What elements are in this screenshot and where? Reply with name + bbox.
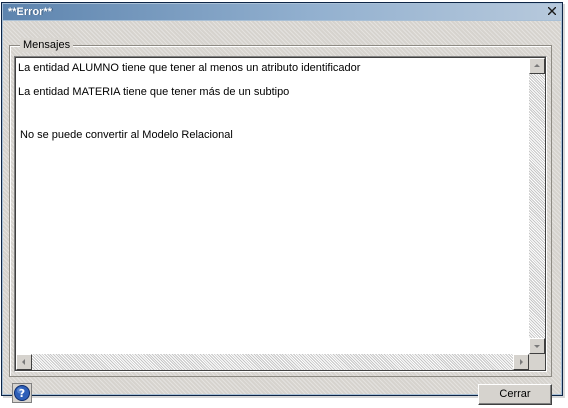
error-dialog: **Error** Mensajes La entidad ALUMNO tie… — [1, 2, 563, 405]
horizontal-scrollbar[interactable] — [16, 354, 529, 370]
scroll-up-button[interactable] — [529, 58, 545, 74]
scroll-right-button[interactable] — [513, 354, 529, 370]
close-button[interactable] — [544, 4, 560, 19]
close-icon — [548, 7, 556, 15]
messages-textarea[interactable]: La entidad ALUMNO tiene que tener al men… — [14, 56, 547, 372]
message-line: La entidad ALUMNO tiene que tener al men… — [18, 62, 361, 74]
title-bar[interactable]: **Error** — [3, 4, 561, 20]
vertical-scrollbar[interactable] — [529, 58, 545, 354]
svg-text:?: ? — [19, 387, 25, 400]
scrollbar-corner — [529, 354, 545, 370]
message-line: No se puede convertir al Modelo Relacion… — [20, 129, 233, 141]
window-title: **Error** — [8, 6, 53, 18]
message-line: La entidad MATERIA tiene que tener más d… — [18, 86, 290, 98]
help-button[interactable]: ? — [12, 383, 32, 403]
messages-text: La entidad ALUMNO tiene que tener al men… — [18, 62, 526, 351]
messages-legend: Mensajes — [20, 38, 74, 52]
arrow-left-icon — [22, 359, 25, 365]
help-icon: ? — [12, 383, 32, 403]
scroll-down-button[interactable] — [529, 338, 545, 354]
arrow-right-icon — [520, 359, 523, 365]
arrow-down-icon — [534, 345, 540, 348]
close-dialog-button[interactable]: Cerrar — [478, 384, 552, 405]
scroll-left-button[interactable] — [16, 354, 32, 370]
arrow-up-icon — [534, 64, 540, 67]
dialog-body: Mensajes La entidad ALUMNO tiene que ten… — [3, 21, 561, 405]
messages-groupbox: Mensajes La entidad ALUMNO tiene que ten… — [9, 38, 552, 377]
